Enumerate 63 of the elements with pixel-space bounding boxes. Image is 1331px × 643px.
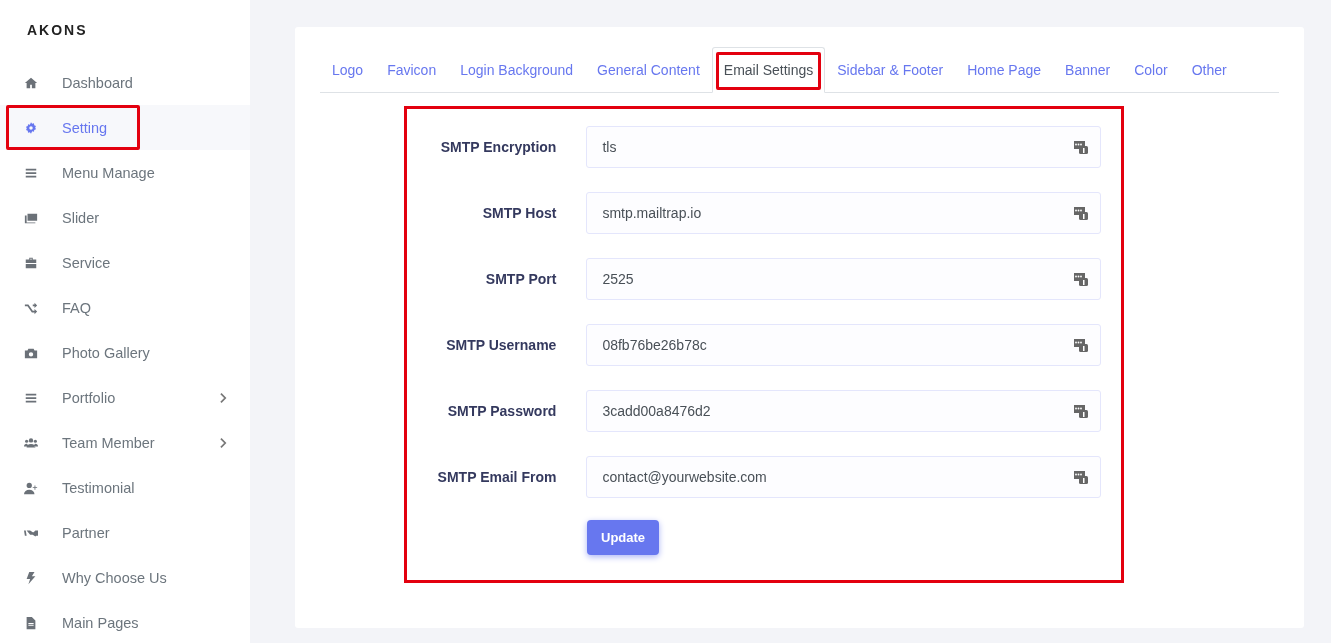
tab[interactable]: General Content [585,47,712,93]
sidebar-item-label: Setting [62,119,109,136]
sidebar-item[interactable]: Photo Gallery [0,330,250,375]
tab[interactable]: Other [1179,47,1239,93]
text-field[interactable]: tls [586,126,1101,168]
document-icon [24,615,38,630]
sidebar-item-label: Team Member [62,434,156,451]
text-field[interactable]: 3cadd00a8476d2 [586,390,1101,432]
sidebar-item[interactable]: Dashboard [0,60,250,105]
password-manager-icon [1073,271,1089,287]
text-field[interactable]: 08fb76be26b78c [586,324,1101,366]
sidebar-item[interactable]: Team Member [0,420,250,465]
bolt-icon [24,570,38,585]
sidebar-item[interactable]: Partner [0,510,250,555]
sidebar-item-label: Portfolio [62,389,117,406]
sidebar-item[interactable]: Portfolio [0,375,250,420]
tab[interactable]: Sidebar & Footer [825,47,956,93]
field-label: SMTP Encryption [439,139,557,155]
tab[interactable]: Login Background [448,47,586,93]
home-icon [24,75,38,90]
sidebar-item-label: Why Choose Us [62,569,168,586]
sidebar-item-label: Main Pages [62,614,140,631]
gear-icon [24,120,38,135]
field-label: SMTP Port [484,271,557,287]
sidebar-item[interactable]: Setting [0,105,250,150]
tab[interactable]: Home Page [955,47,1054,93]
sidebar-item[interactable]: FAQ [0,285,250,330]
sidebar-item[interactable]: Testimonial [0,465,250,510]
sidebar-item-label: Service [62,254,112,271]
password-manager-icon [1073,139,1089,155]
sidebar-item[interactable]: Main Pages [0,600,250,643]
tab[interactable]: Color [1122,47,1180,93]
briefcase-icon [24,255,38,270]
text-field[interactable]: 2525 [586,258,1101,300]
text-field[interactable]: contact@yourwebsite.com [586,456,1101,498]
user-plus-icon [24,480,38,495]
field-label: SMTP Password [446,403,557,419]
sidebar-item-label: Photo Gallery [62,344,151,361]
field-label: SMTP Username [445,337,557,353]
sidebar-item[interactable]: Why Choose Us [0,555,250,600]
sidebar-item[interactable]: Slider [0,195,250,240]
brand-logo: AKONS [26,21,89,40]
password-manager-icon [1073,403,1089,419]
password-manager-icon [1073,337,1089,353]
sidebar-item[interactable]: Menu Manage [0,150,250,195]
tab[interactable]: Favicon [375,47,449,93]
sidebar-item-label: Partner [62,524,111,541]
update-button[interactable]: Update [587,520,660,555]
sidebar-item-label: Menu Manage [62,164,156,181]
tab[interactable]: Banner [1053,47,1123,93]
password-manager-icon [1073,469,1089,485]
tab[interactable]: Email Settings [711,47,826,93]
sidebar-item[interactable]: Service [0,240,250,285]
text-field[interactable]: smtp.mailtrap.io [586,192,1101,234]
sidebar-item-label: Testimonial [62,479,136,496]
field-label: SMTP Email From [436,469,557,485]
password-manager-icon [1073,205,1089,221]
sidebar-item-label: Slider [62,209,101,226]
tab[interactable]: Logo [320,47,376,93]
sidebar-item-label: Dashboard [62,74,134,91]
sidebar-item-label: FAQ [62,299,92,316]
users-icon [24,435,38,450]
field-label: SMTP Host [481,205,557,221]
